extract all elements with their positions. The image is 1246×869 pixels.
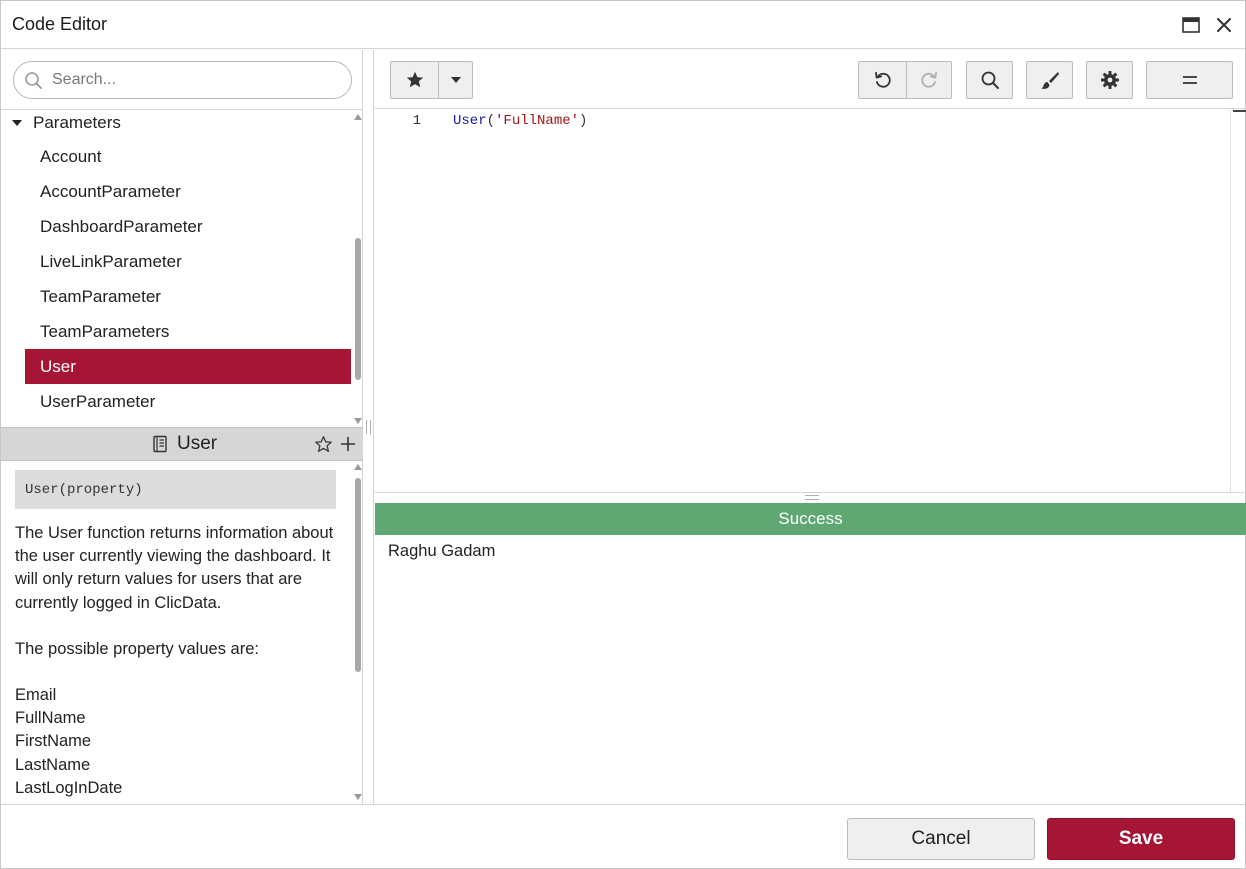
scrollbar-thumb[interactable] <box>355 478 361 672</box>
save-button[interactable]: Save <box>1047 818 1235 860</box>
insert-button[interactable] <box>338 434 358 454</box>
title-bar: Code Editor <box>1 1 1245 49</box>
more-options-button[interactable] <box>1146 61 1233 99</box>
status-bar: Success <box>375 503 1246 535</box>
tree-item-teamparameters[interactable]: TeamParameters <box>25 314 351 349</box>
editor-toolbar <box>375 50 1246 109</box>
tree-item-label: Account <box>40 146 102 166</box>
tree-item-label: User <box>40 356 76 376</box>
scrollbar-thumb[interactable] <box>355 238 361 380</box>
tree-item-account[interactable]: Account <box>25 139 351 174</box>
equals-icon <box>1182 76 1197 84</box>
editor-panel: 1 User('FullName') Success Raghu Gadam <box>375 50 1246 804</box>
code-editor-dialog: Code Editor Search... Parameters Account… <box>0 0 1246 869</box>
list-item: FirstName <box>15 732 92 751</box>
list-item: FullName <box>15 709 86 728</box>
code-function-token: User <box>453 113 487 129</box>
horizontal-splitter[interactable] <box>375 492 1246 502</box>
code-punctuation: ( <box>486 113 496 129</box>
tree-item-dashboardparameter[interactable]: DashboardParameter <box>25 209 351 244</box>
doc-body: User(property) The User function returns… <box>1 461 351 804</box>
caret-down-icon <box>12 120 22 126</box>
settings-button[interactable] <box>1086 61 1133 99</box>
doc-values-intro: The possible property values are: <box>15 639 259 658</box>
splitter-grip[interactable] <box>805 495 819 500</box>
code-punctuation: ) <box>579 113 588 129</box>
gear-icon <box>1100 71 1119 89</box>
cancel-button[interactable]: Cancel <box>847 818 1035 860</box>
tree-item-accountparameter[interactable]: AccountParameter <box>25 174 351 209</box>
tree-group-parameters[interactable]: Parameters <box>11 111 121 135</box>
status-text: Success <box>778 509 843 528</box>
line-number: 1 <box>412 113 421 129</box>
search-box <box>13 61 352 99</box>
tree-item-label: TeamParameters <box>40 321 170 341</box>
star-outline-icon <box>314 435 332 452</box>
doc-description: The User function returns information ab… <box>15 524 334 612</box>
function-signature: User(property) <box>15 470 336 509</box>
editor-scrollbar[interactable] <box>1230 110 1246 492</box>
caret-down-icon <box>450 77 461 83</box>
tree-scrollbar[interactable] <box>353 112 363 426</box>
list-item: LastName <box>15 755 91 774</box>
undo-icon <box>874 71 891 88</box>
favorites-button[interactable] <box>390 61 439 99</box>
list-item: LastLogInDate <box>15 778 123 797</box>
tree-item-label: UserParameter <box>40 391 156 411</box>
tree-item-label: LiveLinkParameter <box>40 251 182 271</box>
splitter-grip[interactable] <box>366 420 371 434</box>
search-icon <box>981 71 999 89</box>
redo-icon <box>921 71 937 88</box>
list-item: Email <box>15 686 57 705</box>
undo-button[interactable] <box>858 61 907 99</box>
favorites-dropdown-button[interactable] <box>439 61 473 99</box>
star-icon <box>406 71 423 88</box>
favorite-button[interactable] <box>313 434 333 454</box>
result-output: Raghu Gadam <box>388 542 496 560</box>
code-editor-area[interactable]: 1 User('FullName') <box>375 110 1230 492</box>
tree-item-label: AccountParameter <box>40 181 181 201</box>
search-code-button[interactable] <box>966 61 1013 99</box>
tree-item-user[interactable]: User <box>25 349 351 384</box>
format-button[interactable] <box>1026 61 1073 99</box>
scrollbar-marker <box>1233 110 1246 112</box>
function-browser-panel: Parameters Account AccountParameter Dash… <box>1 50 363 804</box>
maximize-button[interactable] <box>1179 13 1203 37</box>
close-icon <box>1217 18 1231 32</box>
dialog-footer: Cancel Save <box>1 804 1245 868</box>
brush-icon <box>1040 72 1059 89</box>
plus-icon <box>341 437 355 451</box>
search-icon <box>25 72 42 89</box>
doc-title: User <box>151 433 217 455</box>
tree-item-livelinkparameter[interactable]: LiveLinkParameter <box>25 244 351 279</box>
code-string-token: 'FullName' <box>495 113 580 129</box>
doc-text: The User function returns information ab… <box>15 522 345 800</box>
search-input[interactable] <box>52 70 342 90</box>
property-values-list: Email FullName FirstName LastName LastLo… <box>15 684 345 800</box>
tree-item-label: TeamParameter <box>40 286 161 306</box>
dialog-title: Code Editor <box>12 14 108 34</box>
book-icon <box>153 435 167 453</box>
close-button[interactable] <box>1212 13 1236 37</box>
doc-header: User <box>1 427 363 461</box>
scroll-up-arrow-icon[interactable] <box>354 114 362 120</box>
tree-item-userparameter[interactable]: UserParameter <box>25 384 351 419</box>
scroll-down-arrow-icon[interactable] <box>354 418 362 424</box>
redo-button[interactable] <box>907 61 952 99</box>
tree-item-label: DashboardParameter <box>40 216 203 236</box>
code-line: 1 User('FullName') <box>375 111 588 131</box>
vertical-splitter[interactable] <box>363 50 374 804</box>
tree-item-teamparameter[interactable]: TeamParameter <box>25 279 351 314</box>
maximize-icon <box>1182 17 1200 33</box>
function-tree: Parameters Account AccountParameter Dash… <box>1 110 351 427</box>
scroll-up-arrow-icon[interactable] <box>354 464 362 470</box>
scroll-down-arrow-icon[interactable] <box>354 794 362 800</box>
doc-title-label: User <box>177 433 218 454</box>
tree-group-label: Parameters <box>33 113 121 132</box>
code-text[interactable]: User('FullName') <box>453 113 587 129</box>
doc-scrollbar[interactable] <box>353 462 363 802</box>
